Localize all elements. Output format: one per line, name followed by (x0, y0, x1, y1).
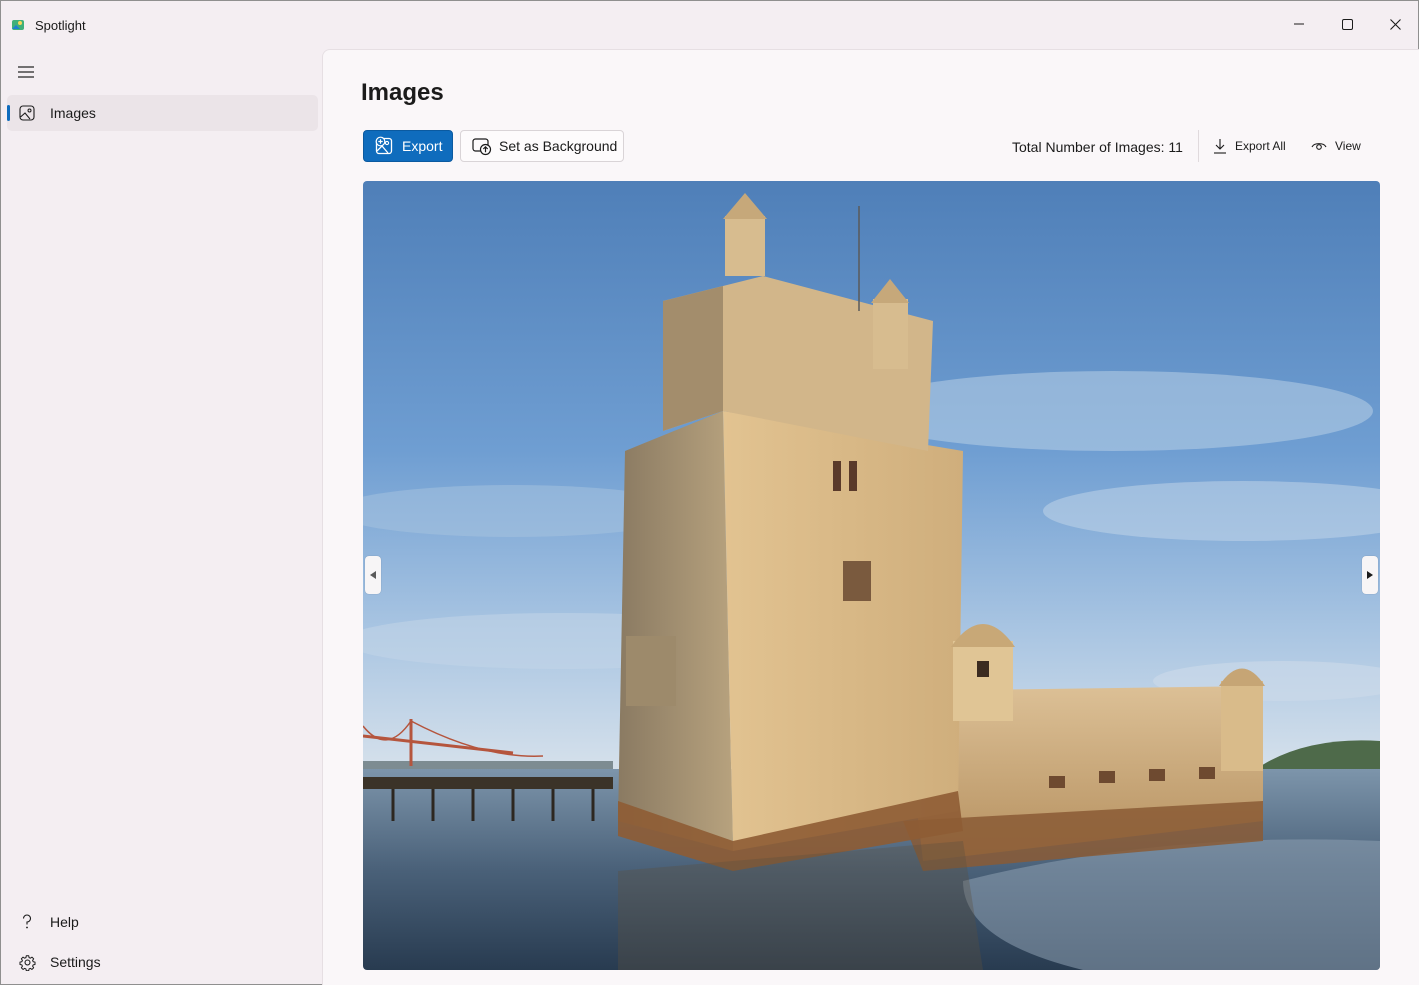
next-image-button[interactable] (1362, 556, 1378, 594)
gear-icon (18, 953, 36, 971)
images-page: Images Export Set as Background Total Nu… (322, 49, 1419, 985)
sidebar-item-label: Settings (50, 954, 101, 970)
previous-image-button[interactable] (365, 556, 381, 594)
set-as-background-button[interactable]: Set as Background (460, 130, 624, 162)
download-icon (1213, 138, 1227, 154)
caret-left-icon (370, 571, 376, 579)
close-icon (1389, 18, 1401, 30)
spotlight-app-icon (12, 20, 24, 30)
hamburger-menu-icon (18, 66, 34, 78)
maximize-button[interactable] (1324, 1, 1370, 47)
eye-icon (1311, 140, 1327, 152)
export-all-button[interactable]: Export All (1213, 135, 1286, 157)
hamburger-menu-button[interactable] (11, 57, 41, 87)
view-button[interactable]: View (1311, 135, 1361, 157)
title-bar: Spotlight (1, 1, 1418, 49)
export-image-icon (375, 136, 395, 156)
view-label: View (1335, 139, 1361, 153)
navigation-pane: Images Help Settings (1, 49, 322, 985)
window-title: Spotlight (35, 18, 86, 33)
set-background-icon (472, 136, 492, 156)
maximize-icon (1341, 18, 1353, 30)
selection-indicator (7, 105, 10, 121)
image-icon (18, 104, 36, 122)
page-title: Images (361, 79, 444, 106)
export-button-label: Export (402, 138, 443, 154)
close-button[interactable] (1372, 1, 1418, 47)
spotlight-image (363, 181, 1380, 970)
sidebar-item-help[interactable]: Help (7, 904, 318, 940)
sidebar-item-label: Help (50, 914, 79, 930)
minimize-button[interactable] (1276, 1, 1322, 47)
total-images-count: Total Number of Images: 11 (1012, 139, 1183, 155)
export-button[interactable]: Export (363, 130, 453, 162)
caret-right-icon (1367, 571, 1373, 579)
toolbar-separator (1198, 130, 1199, 162)
minimize-icon (1294, 23, 1304, 25)
sidebar-item-label: Images (50, 105, 96, 121)
set-as-background-label: Set as Background (499, 138, 618, 154)
export-all-label: Export All (1235, 139, 1286, 153)
sidebar-item-images[interactable]: Images (7, 95, 318, 131)
question-icon (18, 913, 36, 931)
image-flip-view[interactable] (363, 181, 1380, 970)
app-window: Spotlight Images Help Settings Images Ex… (0, 0, 1419, 985)
sidebar-item-settings[interactable]: Settings (7, 944, 318, 980)
